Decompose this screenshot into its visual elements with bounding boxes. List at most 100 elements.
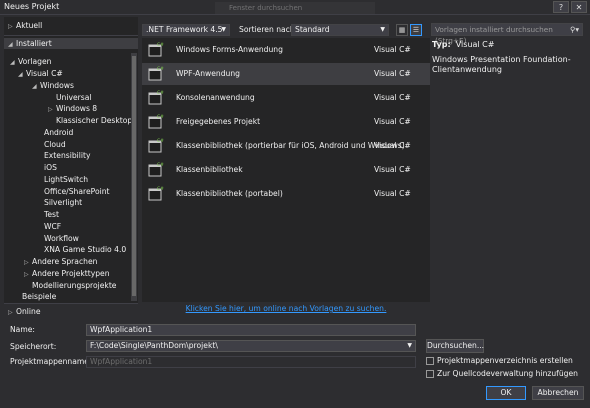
tree-item-android[interactable]: Android	[44, 127, 73, 138]
template-icon: C#	[148, 138, 164, 154]
tree-item-visual-csharp[interactable]: ◢ Visual C#	[18, 68, 63, 79]
source-control-label: Zur Quellcodeverwaltung hinzufügen	[437, 369, 578, 378]
tree-item-other-languages[interactable]: ▷ Andere Sprachen	[24, 256, 97, 267]
chevron-down-icon: ▼	[407, 342, 412, 349]
template-row[interactable]: C# Klassenbibliothek (portierbar für iOS,…	[142, 135, 430, 157]
tree-item-test[interactable]: Test	[44, 209, 59, 220]
template-list: C# Windows Forms-Anwendung Visual C# C# WPF-…	[142, 38, 430, 302]
tree-item-samples[interactable]: Beispiele	[22, 291, 56, 302]
template-language: Visual C#	[374, 69, 411, 78]
tree-item-modeling-projects[interactable]: Modellierungsprojekte	[32, 280, 116, 291]
svg-text:C#: C#	[157, 90, 164, 96]
tree-item-online[interactable]: ▷ Online	[8, 306, 41, 317]
ok-button[interactable]: OK	[486, 386, 526, 400]
sort-select[interactable]: Standard ▼	[291, 24, 389, 36]
expand-arrow-icon: ▷	[24, 259, 29, 266]
online-templates-link[interactable]: Klicken Sie hier, um online nach Vorlage…	[142, 304, 430, 313]
svg-text:C#: C#	[157, 138, 164, 144]
template-name: Klassenbibliothek	[176, 165, 243, 174]
template-row[interactable]: C# WPF-Anwendung Visual C#	[142, 63, 430, 85]
grid-view-icon[interactable]: ▦	[396, 24, 408, 36]
template-details: Typ: Visual C# Windows Presentation Foun…	[432, 40, 584, 75]
tree-item-universal[interactable]: Universal	[56, 92, 92, 103]
sort-label: Sortieren nach:	[239, 25, 298, 34]
tree-item-recent[interactable]: ▷ Aktuell	[8, 20, 42, 31]
tree-divider	[4, 35, 138, 36]
svg-text:C#: C#	[157, 186, 164, 192]
template-language: Visual C#	[374, 189, 411, 198]
svg-text:C#: C#	[157, 114, 164, 120]
template-language: Visual C#	[374, 141, 411, 150]
source-control-checkbox[interactable]	[426, 370, 434, 378]
svg-text:C#: C#	[157, 162, 164, 168]
template-language: Visual C#	[374, 45, 411, 54]
template-name: Windows Forms-Anwendung	[176, 45, 283, 54]
tree-item-ios[interactable]: iOS	[44, 162, 57, 173]
template-name: WPF-Anwendung	[176, 69, 240, 78]
template-tree: ▷ Aktuell ◢ Installiert ◢ Vorlagen ◢ Visual …	[4, 17, 138, 303]
solution-name-input[interactable]: WpfApplication1	[86, 356, 416, 368]
collapse-arrow-icon: ◢	[18, 71, 23, 78]
help-button[interactable]: ?	[553, 1, 569, 13]
collapse-arrow-icon: ◢	[10, 59, 15, 66]
browse-button[interactable]: Durchsuchen...	[426, 339, 484, 353]
template-language: Visual C#	[374, 165, 411, 174]
tree-item-extensibility[interactable]: Extensibility	[44, 150, 90, 161]
template-row[interactable]: C# Konsolenanwendung Visual C#	[142, 87, 430, 109]
template-language: Visual C#	[374, 117, 411, 126]
create-directory-checkbox[interactable]	[426, 357, 434, 365]
create-directory-label: Projektmappenverzeichnis erstellen	[437, 356, 573, 365]
location-label: Speicherort:	[10, 342, 57, 351]
expand-arrow-icon: ▷	[8, 309, 13, 316]
tree-item-workflow[interactable]: Workflow	[44, 233, 79, 244]
search-icon: ⚲▾	[569, 25, 579, 34]
framework-select[interactable]: .NET Framework 4.5 ▼	[142, 24, 230, 36]
template-row[interactable]: C# Freigegebenes Projekt Visual C#	[142, 111, 430, 133]
template-icon: C#	[148, 42, 164, 58]
template-icon: C#	[148, 114, 164, 130]
svg-text:C#: C#	[157, 42, 164, 48]
collapse-arrow-icon: ◢	[32, 83, 37, 90]
template-language: Visual C#	[374, 93, 411, 102]
project-name-input[interactable]: WpfApplication1	[86, 324, 416, 336]
tree-item-xna[interactable]: XNA Game Studio 4.0	[44, 244, 126, 255]
tree-item-windows[interactable]: ◢ Windows	[32, 80, 74, 91]
tree-item-office-sharepoint[interactable]: Office/SharePoint	[44, 186, 110, 197]
tree-item-classic-desktop[interactable]: Klassischer Desktop	[56, 115, 132, 126]
ghost-search-tab: Fenster durchsuchen	[215, 2, 375, 14]
tree-item-silverlight[interactable]: Silverlight	[44, 197, 82, 208]
window-title: Neues Projekt	[4, 2, 60, 11]
list-view-icon[interactable]: ☰	[410, 24, 422, 36]
collapse-arrow-icon: ◢	[8, 41, 13, 48]
tree-item-templates[interactable]: ◢ Vorlagen	[10, 56, 51, 67]
tree-scrollbar-thumb[interactable]	[132, 56, 136, 296]
tree-item-installed[interactable]: ◢ Installiert	[4, 38, 138, 49]
tree-item-wcf[interactable]: WCF	[44, 221, 61, 232]
expand-arrow-icon: ▷	[48, 106, 53, 113]
cancel-button[interactable]: Abbrechen	[532, 386, 584, 400]
details-type-value: Visual C#	[455, 40, 495, 49]
template-name: Konsolenanwendung	[176, 93, 255, 102]
template-row[interactable]: C# Klassenbibliothek (portabel) Visual C#	[142, 183, 430, 205]
tree-item-other-project-types[interactable]: ▷ Andere Projekttypen	[24, 268, 110, 279]
details-description: Windows Presentation Foundation-Clientan…	[432, 55, 571, 74]
name-label: Name:	[10, 325, 35, 334]
tree-item-cloud[interactable]: Cloud	[44, 139, 66, 150]
details-type-label: Typ:	[432, 40, 451, 49]
location-combo[interactable]: F:\Code\Single\PanthDom\projekt\ ▼	[86, 340, 416, 352]
svg-text:C#: C#	[157, 66, 164, 72]
template-search-input[interactable]: Vorlagen installiert durchsuchen (Strg+E…	[431, 23, 583, 45]
solution-name-label: Projektmappenname:	[10, 357, 92, 366]
template-icon: C#	[148, 66, 164, 82]
tree-divider	[4, 303, 138, 304]
template-icon: C#	[148, 90, 164, 106]
template-row[interactable]: C# Windows Forms-Anwendung Visual C#	[142, 39, 430, 61]
template-icon: C#	[148, 162, 164, 178]
tree-item-windows8[interactable]: ▷ Windows 8	[48, 103, 97, 114]
template-name: Freigegebenes Projekt	[176, 117, 261, 126]
template-icon: C#	[148, 186, 164, 202]
expand-arrow-icon: ▷	[8, 23, 13, 30]
tree-item-lightswitch[interactable]: LightSwitch	[44, 174, 88, 185]
template-row[interactable]: C# Klassenbibliothek Visual C#	[142, 159, 430, 181]
close-button[interactable]: ✕	[571, 1, 587, 13]
